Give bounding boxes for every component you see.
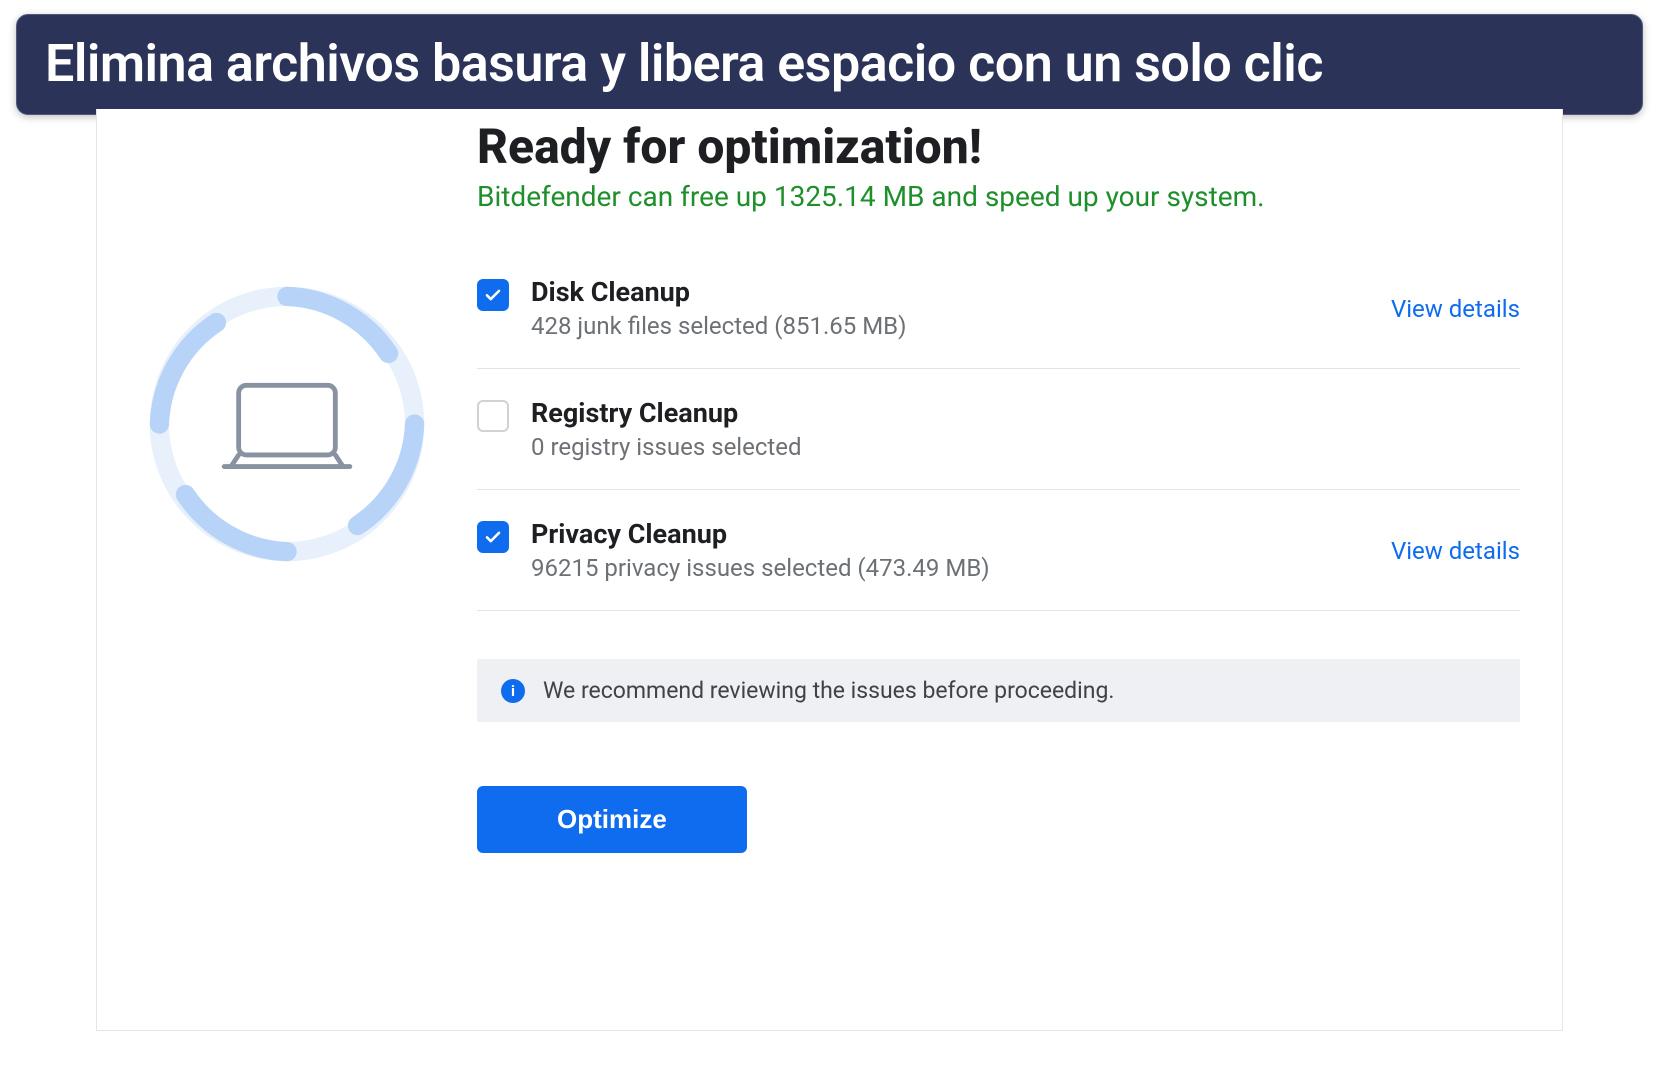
promo-banner: Elimina archivos basura y libera espacio… [16,14,1643,115]
item-desc: 0 registry issues selected [531,433,1520,461]
view-details-link[interactable]: View details [1391,295,1520,323]
checkbox-disk-cleanup[interactable] [477,279,509,311]
item-desc: 96215 privacy issues selected (473.49 MB… [531,554,1369,582]
item-title: Registry Cleanup [531,397,1520,429]
info-icon: i [501,679,525,703]
promo-banner-text: Elimina archivos basura y libera espacio… [45,33,1323,94]
item-title: Disk Cleanup [531,276,1369,308]
cleanup-item-privacy: Privacy Cleanup 96215 privacy issues sel… [477,490,1520,611]
item-desc: 428 junk files selected (851.65 MB) [531,312,1369,340]
note-text: We recommend reviewing the issues before… [543,677,1114,704]
recommendation-note: i We recommend reviewing the issues befo… [477,659,1520,722]
page-title: Ready for optimization! [477,119,1520,174]
optimization-panel: Ready for optimization! Bitdefender can … [96,109,1563,1031]
page-subtitle: Bitdefender can free up 1325.14 MB and s… [477,180,1520,213]
cleanup-item-disk: Disk Cleanup 428 junk files selected (85… [477,248,1520,369]
sidebar-gauge-area [97,109,477,1030]
laptop-gauge-icon [142,279,432,569]
checkbox-privacy-cleanup[interactable] [477,521,509,553]
item-title: Privacy Cleanup [531,518,1369,550]
window: Elimina archivos basura y libera espacio… [0,0,1659,1071]
cleanup-item-registry: Registry Cleanup 0 registry issues selec… [477,369,1520,490]
checkbox-registry-cleanup[interactable] [477,400,509,432]
optimize-button[interactable]: Optimize [477,786,747,853]
view-details-link[interactable]: View details [1391,537,1520,565]
main-content: Ready for optimization! Bitdefender can … [477,109,1562,1030]
